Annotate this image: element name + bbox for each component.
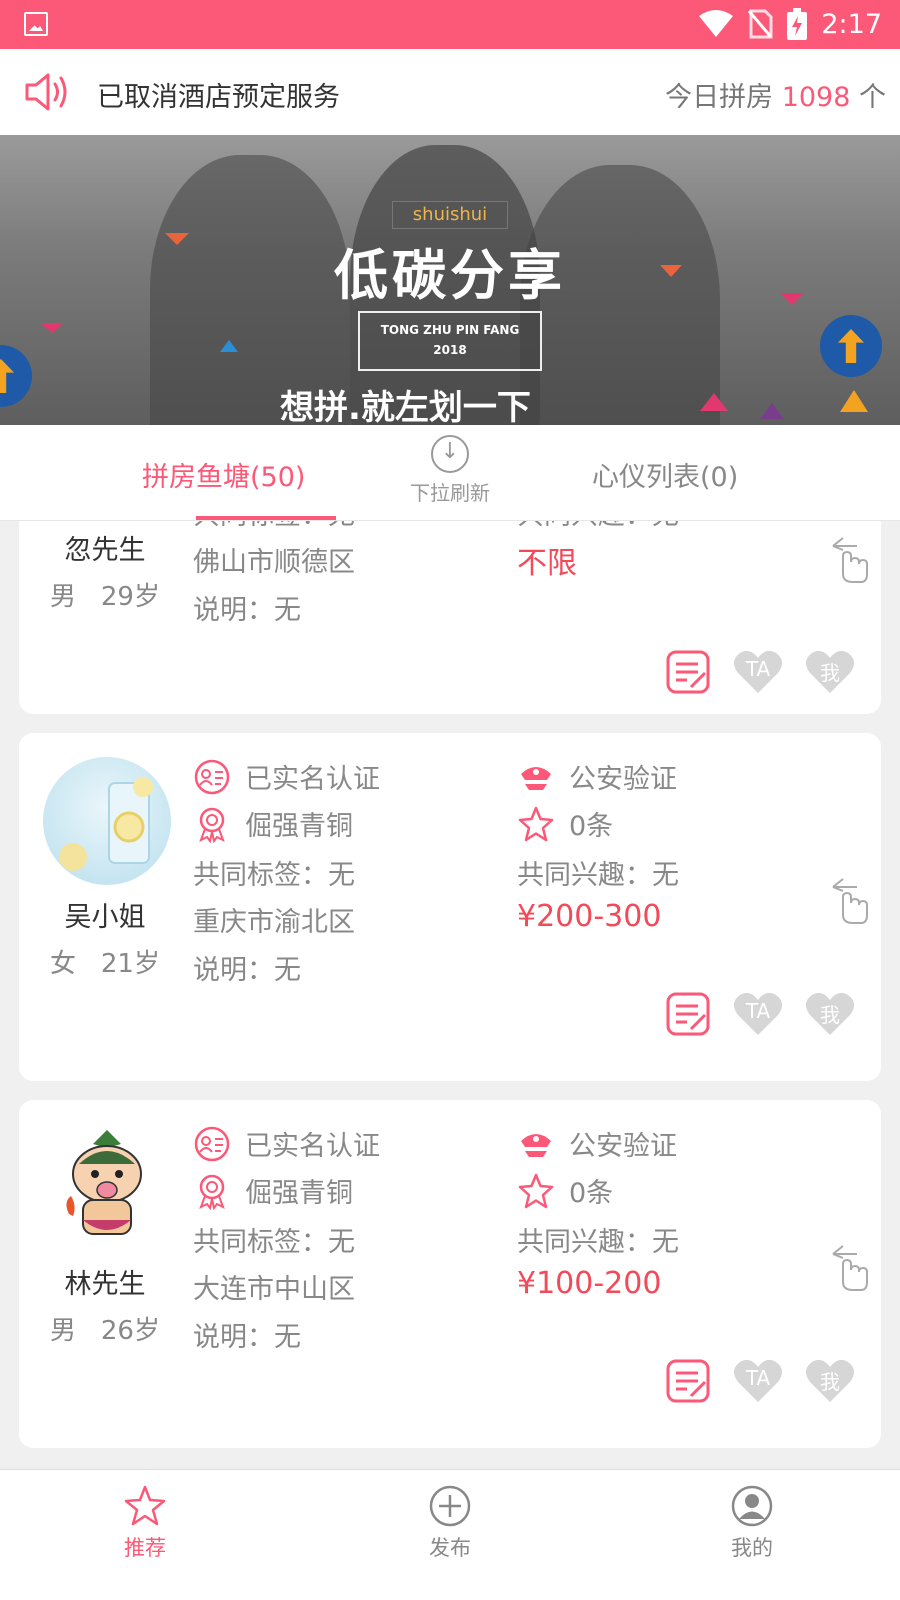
star-icon	[124, 1485, 166, 1526]
realname-verified: 已实名认证	[193, 757, 380, 796]
swipe-hand-icon[interactable]	[829, 877, 871, 925]
medal-icon	[199, 1174, 225, 1210]
user-gender-age: 男 29岁	[50, 582, 160, 612]
id-card-icon	[194, 759, 230, 794]
user-icon	[731, 1485, 773, 1527]
banner-subtitle-box: TONG ZHU PIN FANG 2018	[358, 311, 542, 371]
active-tab-indicator	[196, 516, 336, 520]
speaker-icon	[25, 73, 67, 111]
match-list[interactable]: 忽先生 男 29岁 共同标签：无 共同兴趣：无 佛山市顺德区 不限 说明：无 T…	[0, 521, 900, 1500]
status-bar: 2:17	[0, 0, 900, 49]
download-arrow-icon	[431, 435, 469, 473]
tab-room-pond[interactable]: 拼房鱼塘(50)	[142, 455, 305, 494]
review-count: 0条	[517, 804, 613, 843]
notice-bar: 已取消酒店预定服务 今日拼房 1098 个	[0, 49, 900, 135]
price-range: ¥100-200	[517, 1266, 662, 1301]
review-count: 0条	[517, 1171, 613, 1210]
police-cap-icon	[521, 1133, 551, 1157]
like-ta-button[interactable]: TA	[733, 991, 783, 1037]
price-range: ¥200-300	[517, 899, 662, 934]
no-signal-icon	[747, 9, 773, 39]
location: 大连市中山区	[193, 1274, 355, 1305]
id-card-icon	[194, 1126, 230, 1161]
location: 重庆市渝北区	[193, 907, 355, 938]
user-level: 倔强青铜	[193, 804, 353, 843]
realname-verified: 已实名认证	[193, 1124, 380, 1163]
police-verified: 公安验证	[517, 1124, 677, 1163]
medal-icon	[199, 807, 225, 843]
promo-banner[interactable]: shuishui 低碳分享 TONG ZHU PIN FANG 2018 想拼.…	[0, 135, 900, 425]
like-me-button[interactable]: 我	[805, 991, 855, 1037]
wifi-icon	[699, 10, 734, 38]
user-name: 吴小姐	[64, 902, 146, 933]
common-interest: 共同兴趣：无	[517, 860, 679, 891]
notice-text: 已取消酒店预定服务	[97, 82, 340, 113]
user-name: 忽先生	[64, 535, 146, 566]
swipe-hand-icon[interactable]	[829, 1244, 871, 1292]
common-tags: 共同标签：无	[193, 1227, 355, 1258]
police-verified: 公安验证	[517, 757, 677, 796]
user-level: 倔强青铜	[193, 1171, 353, 1210]
common-interest: 共同兴趣：无	[517, 1227, 679, 1258]
user-name: 林先生	[64, 1269, 146, 1300]
bottom-nav: 推荐 发布 我的	[0, 1469, 900, 1600]
note-icon[interactable]	[665, 991, 711, 1037]
description: 说明：无	[193, 955, 301, 986]
banner-title: 低碳分享	[334, 243, 566, 307]
like-ta-button[interactable]: TA	[733, 649, 783, 695]
note-icon[interactable]	[665, 649, 711, 695]
banner-tag: shuishui	[392, 201, 508, 229]
like-me-button[interactable]: 我	[805, 1358, 855, 1404]
description: 说明：无	[193, 595, 301, 626]
nav-mine[interactable]: 我的	[692, 1484, 812, 1562]
police-cap-icon	[521, 766, 551, 790]
user-gender-age: 男 26岁	[50, 1316, 160, 1346]
system-icons: 2:17	[699, 6, 882, 42]
avatar[interactable]	[43, 757, 171, 885]
nav-recommend[interactable]: 推荐	[85, 1484, 205, 1562]
plus-circle-icon	[429, 1485, 471, 1527]
match-card[interactable]: 吴小姐 女 21岁 已实名认证 公安验证 倔强青铜 0条 共同标签：无 共同兴趣…	[19, 733, 881, 1081]
banner-slogan: 想拼.就左划一下	[280, 388, 531, 425]
card-actions: TA 我	[665, 1358, 855, 1404]
today-count: 今日拼房 1098 个	[665, 82, 886, 113]
common-tags: 共同标签：无	[193, 860, 355, 891]
match-card[interactable]: 林先生 男 26岁 已实名认证 公安验证 倔强青铜 0条 共同标签：无 共同兴趣…	[19, 1100, 881, 1448]
match-card[interactable]: 忽先生 男 29岁 共同标签：无 共同兴趣：无 佛山市顺德区 不限 说明：无 T…	[19, 521, 881, 714]
description: 说明：无	[193, 1322, 301, 1353]
battery-charging-icon	[787, 8, 808, 40]
clock: 2:17	[821, 8, 882, 40]
location: 佛山市顺德区	[193, 547, 355, 578]
star-icon	[518, 1173, 554, 1208]
image-notification-icon	[24, 12, 48, 36]
common-tags: 共同标签：无	[193, 521, 355, 532]
card-actions: TA 我	[665, 991, 855, 1037]
note-icon[interactable]	[665, 1358, 711, 1404]
pull-refresh-hint[interactable]: 下拉刷新	[400, 435, 500, 506]
user-gender-age: 女 21岁	[50, 949, 160, 979]
price-range: 不限	[517, 546, 577, 581]
brand-logo-icon	[0, 345, 32, 407]
brand-logo-icon	[820, 315, 882, 377]
tab-bar: 拼房鱼塘(50) 下拉刷新 心仪列表(0)	[0, 425, 900, 521]
nav-publish[interactable]: 发布	[390, 1484, 510, 1562]
star-icon	[518, 806, 554, 841]
like-ta-button[interactable]: TA	[733, 1358, 783, 1404]
card-actions: TA 我	[665, 649, 855, 695]
avatar[interactable]	[43, 1124, 171, 1252]
common-interest: 共同兴趣：无	[517, 521, 679, 532]
like-me-button[interactable]: 我	[805, 649, 855, 695]
tab-wishlist[interactable]: 心仪列表(0)	[592, 455, 738, 494]
swipe-hand-icon[interactable]	[829, 536, 871, 584]
